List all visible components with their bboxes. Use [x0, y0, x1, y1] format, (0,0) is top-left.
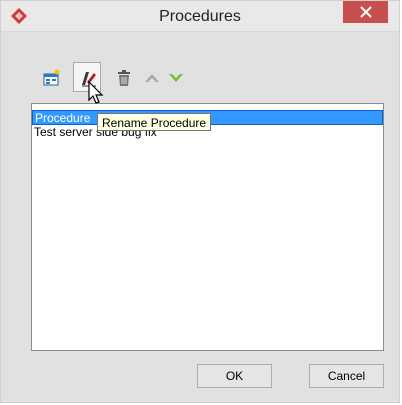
- new-procedure-icon: [43, 69, 60, 86]
- move-down-button[interactable]: [163, 65, 187, 89]
- tooltip: Rename Procedure: [97, 113, 212, 131]
- procedures-dialog: Procedures Procedure Test server side bu…: [0, 0, 400, 403]
- move-down-icon: [169, 74, 183, 82]
- delete-icon: [118, 70, 130, 86]
- ok-button[interactable]: OK: [197, 364, 272, 388]
- delete-button[interactable]: [111, 65, 135, 89]
- title-bar: Procedures: [1, 1, 399, 32]
- cancel-button[interactable]: Cancel: [309, 364, 384, 388]
- procedure-list[interactable]: Procedure Test server side bug fix: [31, 103, 384, 351]
- close-icon: [360, 6, 372, 18]
- mouse-cursor-icon: [88, 81, 104, 104]
- window-title: Procedures: [159, 8, 241, 25]
- new-procedure-button[interactable]: [39, 65, 63, 89]
- move-up-button[interactable]: [139, 65, 163, 89]
- move-up-icon: [145, 74, 159, 82]
- close-button[interactable]: [343, 1, 388, 23]
- toolbar: [39, 62, 183, 93]
